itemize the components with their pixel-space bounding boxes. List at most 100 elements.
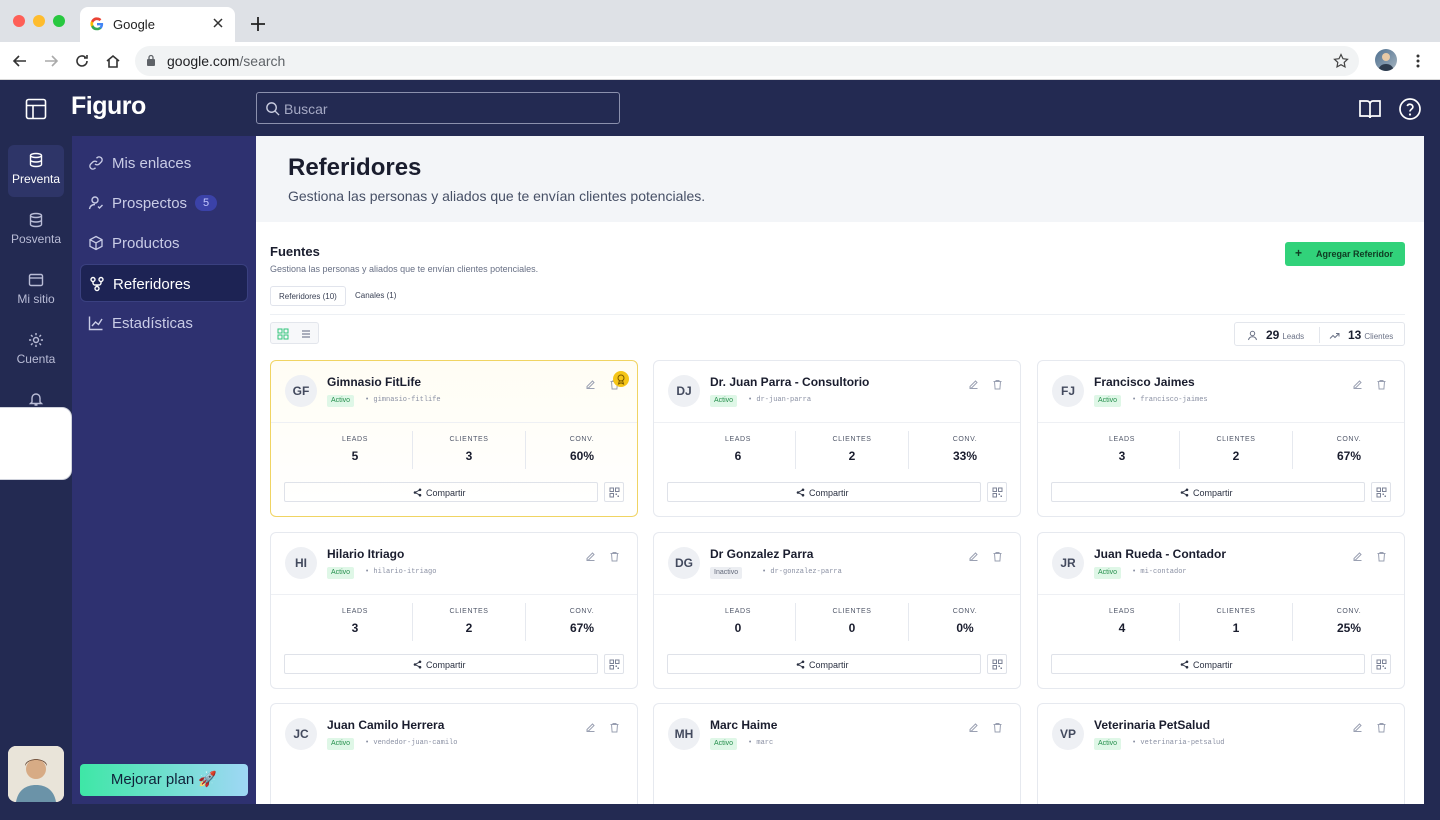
- grid-view-icon[interactable]: [277, 328, 289, 340]
- trash-icon[interactable]: [992, 722, 1003, 733]
- maximize-window-button[interactable]: [53, 15, 65, 27]
- edit-icon[interactable]: [1352, 551, 1363, 562]
- metric-value: 0: [848, 621, 856, 635]
- status-badge: Activo: [327, 395, 355, 407]
- referrer-card[interactable]: JC Juan Camilo Herrera Activo • vendedor-ju…: [270, 703, 638, 804]
- edit-icon[interactable]: [585, 551, 596, 562]
- tab-referidores[interactable]: Referidores (10): [270, 286, 346, 306]
- more-vertical-icon[interactable]: [1414, 53, 1422, 69]
- profile-avatar[interactable]: [1375, 49, 1397, 71]
- subnav-item-estadisticas[interactable]: Estadísticas: [80, 304, 248, 342]
- upgrade-plan-button[interactable]: Mejorar plan 🚀: [80, 764, 248, 796]
- referrer-name: Dr Gonzalez Parra: [710, 547, 814, 561]
- status-badge: Activo: [1094, 395, 1122, 407]
- referrer-card[interactable]: VP Veterinaria PetSalud Activo • veterinari…: [1037, 703, 1405, 804]
- rail-item-mi-sitio[interactable]: Mi sitio: [0, 272, 72, 324]
- user-avatar[interactable]: [8, 746, 64, 802]
- trash-icon[interactable]: [992, 551, 1003, 562]
- referrer-card[interactable]: DJ Dr. Juan Parra - Consultorio Activo • dr…: [653, 360, 1021, 517]
- share-button[interactable]: Compartir: [667, 482, 981, 502]
- edit-icon[interactable]: [585, 379, 596, 390]
- metric-conv: CONV. 33%: [908, 436, 1022, 463]
- subnav-item-mis-enlaces[interactable]: Mis enlaces: [80, 144, 248, 182]
- share-button[interactable]: Compartir: [284, 654, 598, 674]
- metric-leads: LEADS 6: [681, 436, 795, 463]
- tab-title: Google: [113, 17, 155, 32]
- search-input[interactable]: Buscar: [256, 92, 620, 124]
- url-host: google.com: [167, 53, 240, 69]
- add-referrer-button[interactable]: + Agregar Referidor: [1285, 242, 1405, 266]
- qr-button[interactable]: [1371, 654, 1391, 674]
- metric-label: LEADS: [725, 436, 751, 443]
- close-icon[interactable]: [211, 16, 225, 30]
- back-icon[interactable]: [12, 53, 28, 69]
- trash-icon[interactable]: [609, 722, 620, 733]
- qr-button[interactable]: [604, 654, 624, 674]
- card-divider: [654, 594, 1020, 595]
- new-tab-icon[interactable]: [250, 16, 266, 32]
- leads-stat: 29 Leads: [1247, 328, 1304, 342]
- metric-value: 6: [734, 449, 742, 463]
- help-icon[interactable]: [1398, 97, 1422, 121]
- trash-icon[interactable]: [1376, 379, 1387, 390]
- share-button[interactable]: Compartir: [1051, 482, 1365, 502]
- tab-canales[interactable]: Canales (1): [347, 286, 404, 306]
- list-view-icon[interactable]: [300, 328, 312, 340]
- referrer-card[interactable]: DG Dr Gonzalez Parra Inactivo • dr-gonzalez…: [653, 532, 1021, 689]
- star-icon[interactable]: [1333, 53, 1349, 69]
- rail-label: Mi sitio: [17, 292, 55, 306]
- referrer-card[interactable]: JR Juan Rueda - Contador Activo • mi-contad…: [1037, 532, 1405, 689]
- referrer-card[interactable]: HI Hilario Itriago Activo • hilario-itriago…: [270, 532, 638, 689]
- trash-icon[interactable]: [609, 551, 620, 562]
- qr-button[interactable]: [987, 482, 1007, 502]
- edit-icon[interactable]: [968, 551, 979, 562]
- trash-icon[interactable]: [1376, 551, 1387, 562]
- referrer-card[interactable]: FJ Francisco Jaimes Activo • francisco-jaim…: [1037, 360, 1405, 517]
- reload-icon[interactable]: [74, 53, 90, 69]
- view-toggle: [270, 322, 319, 344]
- share-button[interactable]: Compartir: [284, 482, 598, 502]
- qr-button[interactable]: [987, 654, 1007, 674]
- edit-icon[interactable]: [968, 379, 979, 390]
- avatar: JC: [285, 718, 317, 750]
- share-button[interactable]: Compartir: [1051, 654, 1365, 674]
- book-icon[interactable]: [1358, 97, 1382, 121]
- subnav-item-productos[interactable]: Productos: [80, 224, 248, 262]
- trash-icon[interactable]: [992, 379, 1003, 390]
- subnav-item-prospectos[interactable]: Prospectos 5: [80, 184, 248, 222]
- google-icon: [90, 17, 104, 31]
- qr-button[interactable]: [1371, 482, 1391, 502]
- forward-icon[interactable]: [43, 53, 59, 69]
- leads-count: 29: [1266, 328, 1280, 342]
- metric-label: LEADS: [725, 608, 751, 615]
- rail-item-posventa[interactable]: Posventa: [0, 212, 72, 264]
- referrer-card[interactable]: GF Gimnasio FitLife Activo • gimnasio-fitli…: [270, 360, 638, 517]
- metric-label: CLIENTES: [1216, 608, 1256, 615]
- metric-value: 67%: [1336, 449, 1362, 463]
- bell-icon[interactable]: [28, 391, 44, 407]
- subnav-item-referidores[interactable]: Referidores: [80, 264, 248, 302]
- layout-icon[interactable]: [25, 98, 47, 120]
- brand-logo[interactable]: Figuro: [71, 92, 146, 121]
- close-window-button[interactable]: [13, 15, 25, 27]
- browser-tab[interactable]: Google: [80, 7, 235, 42]
- referrer-slug: • dr-juan-parra: [748, 396, 812, 404]
- referrer-card[interactable]: MH Marc Haime Activo • marc: [653, 703, 1021, 804]
- qr-button[interactable]: [604, 482, 624, 502]
- address-bar[interactable]: google.com/search: [135, 46, 1359, 76]
- trash-icon[interactable]: [1376, 722, 1387, 733]
- edit-icon[interactable]: [968, 722, 979, 733]
- rail-item-preventa[interactable]: Preventa: [8, 145, 64, 197]
- share-button[interactable]: Compartir: [667, 654, 981, 674]
- card-divider: [1038, 422, 1404, 423]
- status-badge: Activo: [327, 567, 355, 579]
- edit-icon[interactable]: [1352, 722, 1363, 733]
- metric-label: CONV.: [952, 608, 978, 615]
- edit-icon[interactable]: [585, 722, 596, 733]
- qr-code-icon: [992, 659, 1003, 670]
- minimize-window-button[interactable]: [33, 15, 45, 27]
- count-badge: 5: [195, 195, 217, 211]
- home-icon[interactable]: [105, 53, 121, 69]
- edit-icon[interactable]: [1352, 379, 1363, 390]
- rail-item-cuenta[interactable]: Cuenta: [0, 332, 72, 384]
